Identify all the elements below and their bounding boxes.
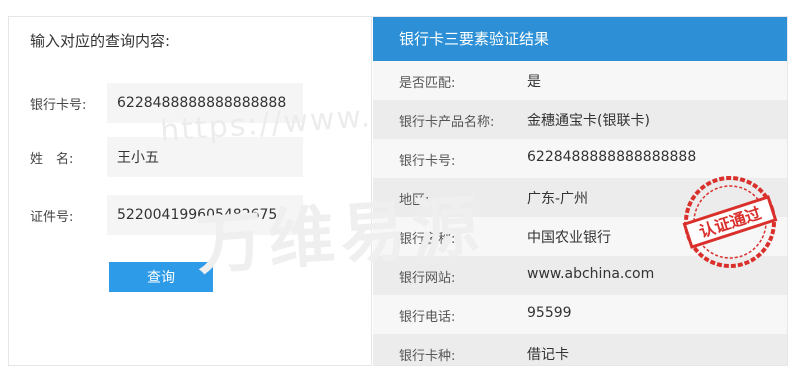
product-name-value: 金穗通宝卡(银联卡) <box>527 113 650 129</box>
bank-website-label: 银行网站: <box>399 271 456 286</box>
result-row-region: 地区: 广东-广州 <box>373 178 787 217</box>
result-card-number-label: 银行卡号: <box>399 154 456 169</box>
bank-phone-value: 95599 <box>527 305 572 321</box>
card-number-label: 银行卡号: <box>30 98 87 113</box>
form-row-card-number: 银行卡号: <box>9 83 373 123</box>
name-input[interactable] <box>107 137 303 177</box>
card-type-value: 借记卡 <box>527 347 569 363</box>
result-row-bank-name: 银行名称: 中国农业银行 <box>373 217 787 256</box>
product-name-label: 银行卡产品名称: <box>399 115 495 130</box>
result-panel: 银行卡三要素验证结果 是否匹配: 是 银行卡产品名称: 金穗通宝卡(银联卡) 银… <box>373 16 788 366</box>
result-row-card-type: 银行卡种: 借记卡 <box>373 334 787 365</box>
region-label: 地区: <box>399 193 430 208</box>
card-type-label: 银行卡种: <box>399 349 456 364</box>
query-form-panel: 输入对应的查询内容: 银行卡号: 姓 名: 证件号: 查询 <box>8 16 372 366</box>
match-label: 是否匹配: <box>399 76 456 91</box>
form-title: 输入对应的查询内容: <box>30 32 171 50</box>
result-row-bank-phone: 银行电话: 95599 <box>373 295 787 334</box>
bank-name-label: 银行名称: <box>399 232 456 247</box>
id-number-label: 证件号: <box>30 210 74 225</box>
region-value: 广东-广州 <box>527 191 589 207</box>
bank-phone-label: 银行电话: <box>399 310 456 325</box>
id-number-input[interactable] <box>107 195 303 235</box>
bank-name-value: 中国农业银行 <box>527 230 611 246</box>
name-label: 姓 名: <box>30 152 74 167</box>
form-row-name: 姓 名: <box>9 137 373 177</box>
result-title: 银行卡三要素验证结果 <box>373 17 787 61</box>
bank-website-value: www.abchina.com <box>527 266 655 282</box>
form-row-id-number: 证件号: <box>9 195 373 235</box>
result-row-match: 是否匹配: 是 <box>373 61 787 100</box>
result-row-card-number: 银行卡号: 6228488888888888888 <box>373 139 787 178</box>
match-value: 是 <box>527 74 541 90</box>
query-button[interactable]: 查询 <box>109 262 213 292</box>
card-number-input[interactable] <box>107 83 303 123</box>
result-row-product-name: 银行卡产品名称: 金穗通宝卡(银联卡) <box>373 100 787 139</box>
result-card-number-value: 6228488888888888888 <box>527 149 697 165</box>
result-row-bank-website: 银行网站: www.abchina.com <box>373 256 787 295</box>
